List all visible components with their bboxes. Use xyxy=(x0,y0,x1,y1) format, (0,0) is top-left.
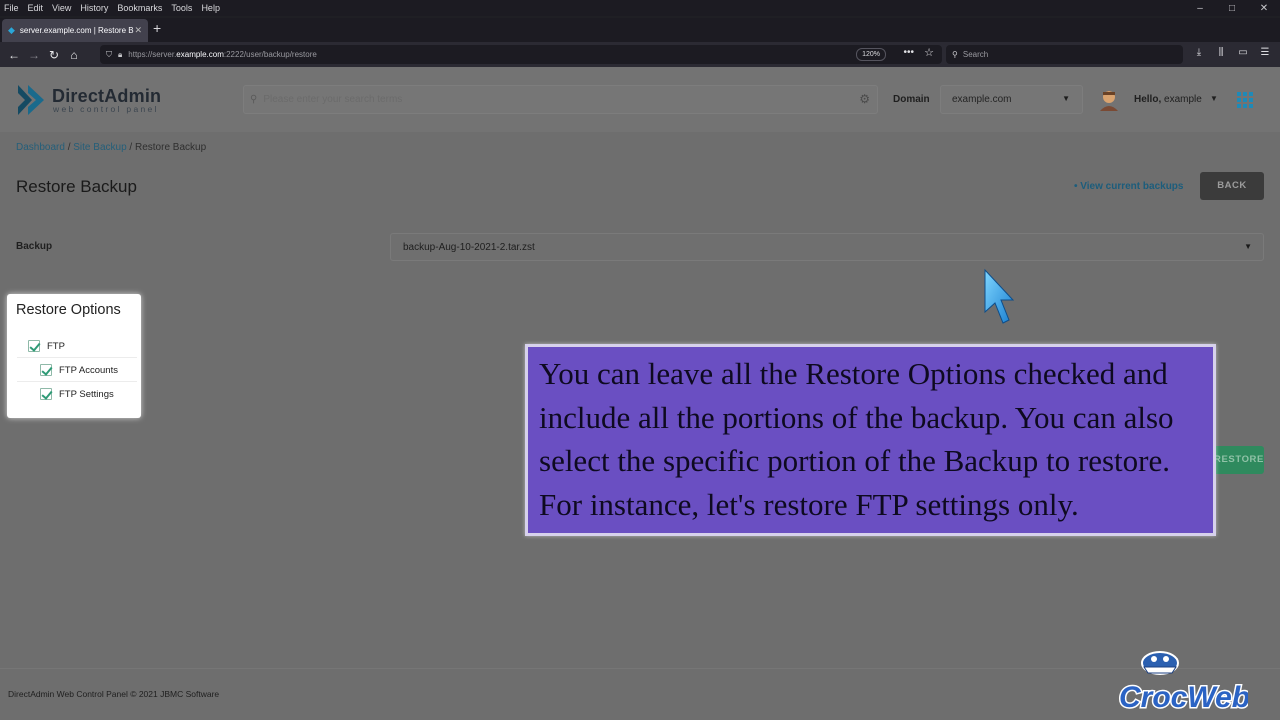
browser-menubar: File Edit View History Bookmarks Tools H… xyxy=(0,0,1280,16)
window-controls: – □ ✕ xyxy=(1184,0,1280,18)
tutorial-callout: You can leave all the Restore Options ch… xyxy=(525,344,1216,536)
mouse-cursor-icon xyxy=(984,268,1015,324)
browser-tab[interactable]: ◆ server.example.com | Restore B ✕ xyxy=(2,19,148,42)
checkbox-ftp-settings[interactable] xyxy=(40,388,52,400)
url-path: :2222/user/backup/restore xyxy=(223,50,317,59)
checkbox-ftp-accounts[interactable] xyxy=(40,364,52,376)
brand-subtitle: web control panel xyxy=(53,103,159,114)
maximize-icon[interactable]: □ xyxy=(1216,0,1248,18)
domain-label: Domain xyxy=(893,94,930,105)
tab-close-icon[interactable]: ✕ xyxy=(134,25,142,36)
view-current-backups-link[interactable]: • View current backups xyxy=(1074,181,1183,192)
restore-button[interactable]: RESTORE xyxy=(1212,446,1264,474)
backup-select-value: backup-Aug-10-2021-2.tar.zst xyxy=(403,241,535,253)
breadcrumb: Dashboard / Site Backup / Restore Backup xyxy=(16,142,206,153)
tab-strip: ◆ server.example.com | Restore B ✕ + xyxy=(0,18,1280,42)
favicon-icon: ◆ xyxy=(8,25,15,35)
brand-name: DirectAdmin xyxy=(52,85,162,106)
lock-icon[interactable]: 🔒︎ xyxy=(118,50,122,60)
option-ftp-accounts[interactable]: FTP Accounts xyxy=(40,364,118,376)
library-icon[interactable]: ⫼ xyxy=(1210,47,1232,58)
footer-divider xyxy=(0,668,1280,669)
breadcrumb-separator: / xyxy=(126,142,135,153)
minimize-icon[interactable]: – xyxy=(1184,0,1216,18)
divider xyxy=(17,381,137,382)
chevron-down-icon: ▼ xyxy=(1062,94,1070,103)
apps-grid-icon[interactable] xyxy=(1237,92,1253,108)
menu-history[interactable]: History xyxy=(80,3,108,13)
gear-icon[interactable]: ⚙ xyxy=(859,92,870,106)
new-tab-icon[interactable]: + xyxy=(153,20,161,36)
username: example xyxy=(1164,94,1202,105)
browser-search-input[interactable]: ⚲ Search xyxy=(946,45,1183,64)
reload-icon[interactable]: ↻ xyxy=(44,48,64,62)
crocweb-watermark-logo: CrocWeb xyxy=(1118,651,1248,715)
chevron-down-icon: ▼ xyxy=(1244,242,1252,251)
chevron-down-icon[interactable]: ▼ xyxy=(1210,94,1218,103)
search-icon: ⚲ xyxy=(250,94,258,105)
option-label: FTP Settings xyxy=(59,388,114,400)
breadcrumb-separator: / xyxy=(64,142,74,153)
breadcrumb-site-backup[interactable]: Site Backup xyxy=(73,142,126,153)
more-icon[interactable]: ••• xyxy=(903,47,914,58)
option-label: FTP xyxy=(47,340,65,352)
address-bar[interactable]: ⛉ 🔒︎ https://server. example.com:2222/use… xyxy=(100,45,942,64)
download-icon[interactable]: ⤓ xyxy=(1188,47,1210,58)
forward-icon[interactable]: → xyxy=(24,48,44,62)
close-window-icon[interactable]: ✕ xyxy=(1248,0,1280,18)
menu-help[interactable]: Help xyxy=(201,3,220,13)
greeting-prefix: Hello, xyxy=(1134,94,1162,105)
menu-edit[interactable]: Edit xyxy=(28,3,44,13)
zoom-level[interactable]: 120% xyxy=(856,48,886,61)
option-ftp-settings[interactable]: FTP Settings xyxy=(40,388,114,400)
back-button[interactable]: BACK xyxy=(1200,172,1264,200)
url-prefix: https://server. xyxy=(128,50,177,59)
sidebar-icon[interactable]: ▭ xyxy=(1232,47,1254,58)
backup-select[interactable]: backup-Aug-10-2021-2.tar.zst ▼ xyxy=(390,233,1264,261)
svg-text:CrocWeb: CrocWeb xyxy=(1119,681,1248,714)
breadcrumb-dashboard[interactable]: Dashboard xyxy=(16,142,65,153)
global-search-placeholder: Please enter your search terms xyxy=(263,94,403,105)
app-header: DirectAdmin web control panel ⚲ Please e… xyxy=(0,67,1280,132)
checkbox-ftp[interactable] xyxy=(28,340,40,352)
menu-view[interactable]: View xyxy=(52,3,71,13)
page-title: Restore Backup xyxy=(16,177,137,196)
user-greeting[interactable]: Hello, example xyxy=(1134,94,1202,105)
avatar[interactable] xyxy=(1099,89,1119,111)
global-search-input[interactable]: ⚲ Please enter your search terms ⚙ xyxy=(243,85,878,114)
browser-navbar: ← → ↻ ⌂ ⛉ 🔒︎ https://server. example.com:… xyxy=(0,42,1280,67)
tab-title: server.example.com | Restore B xyxy=(19,26,134,35)
footer-copyright: DirectAdmin Web Control Panel © 2021 JBM… xyxy=(8,689,220,699)
shield-icon[interactable]: ⛉ xyxy=(106,50,112,60)
menu-file[interactable]: File xyxy=(4,3,19,13)
search-icon: ⚲ xyxy=(952,50,958,59)
divider xyxy=(17,357,137,358)
logo-mark-icon xyxy=(18,85,44,115)
restore-options-panel: Restore Options FTP FTP Accounts FTP Set… xyxy=(7,294,141,418)
menu-icon[interactable]: ☰ xyxy=(1254,47,1276,58)
directadmin-logo[interactable]: DirectAdmin web control panel xyxy=(16,83,161,117)
backup-label: Backup xyxy=(16,241,53,252)
breadcrumb-current: Restore Backup xyxy=(134,142,207,153)
restore-options-title: Restore Options xyxy=(16,302,121,318)
home-icon[interactable]: ⌂ xyxy=(64,48,84,62)
domain-value: example.com xyxy=(952,94,1012,105)
browser-toolbar: ⤓ ⫼ ▭ ☰ xyxy=(1188,47,1276,58)
bookmark-star-icon[interactable]: ☆ xyxy=(924,46,934,59)
url-host: example.com xyxy=(176,50,224,59)
browser-search-placeholder: Search xyxy=(962,50,989,59)
back-icon[interactable]: ← xyxy=(4,48,24,62)
menu-bookmarks[interactable]: Bookmarks xyxy=(117,3,162,13)
menu-tools[interactable]: Tools xyxy=(171,3,192,13)
page-content: DirectAdmin web control panel ⚲ Please e… xyxy=(0,67,1280,720)
domain-select[interactable]: example.com ▼ xyxy=(940,85,1083,114)
option-ftp[interactable]: FTP xyxy=(28,340,65,352)
option-label: FTP Accounts xyxy=(59,364,118,376)
